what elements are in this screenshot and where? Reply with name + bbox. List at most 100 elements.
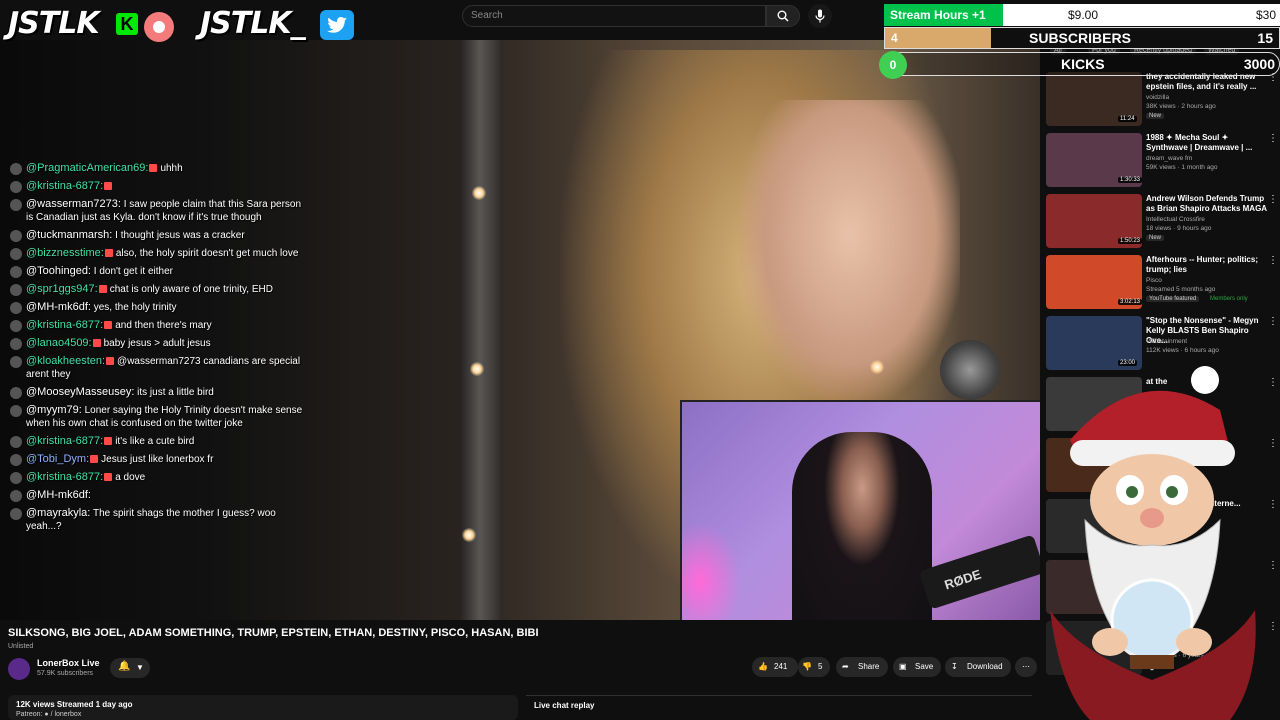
bookmark-icon: ▣ bbox=[899, 662, 907, 671]
webcam-streamer bbox=[792, 432, 932, 620]
chat-username: @myym79: bbox=[26, 404, 82, 416]
live-chat-replay[interactable]: Live chat replay bbox=[526, 695, 1032, 720]
recommended-video[interactable]: 1:50:23 Andrew Wilson Defends Trump as Br… bbox=[1046, 194, 1280, 254]
chat-avatar bbox=[10, 248, 22, 260]
more-icon: ⋯ bbox=[1022, 662, 1030, 671]
member-badge-icon bbox=[106, 357, 115, 366]
chat-username: @kloakheesten: bbox=[26, 355, 106, 367]
chat-username: @mayrakyla: bbox=[26, 507, 91, 519]
brand-logo-right: JSTLK_ bbox=[200, 6, 306, 41]
chat-avatar bbox=[10, 387, 22, 399]
chat-avatar bbox=[10, 199, 22, 211]
more-options-icon[interactable]: ⋮ bbox=[1268, 133, 1278, 144]
chat-username: @Toohinged: bbox=[26, 265, 91, 277]
chat-text: I thought jesus was a cracker bbox=[115, 230, 245, 241]
chat-avatar bbox=[10, 490, 22, 502]
member-badge-icon bbox=[104, 182, 113, 191]
video-microphone bbox=[940, 340, 1000, 400]
chat-username: @Tobi_Dym: bbox=[26, 453, 90, 465]
chat-message: @kloakheesten: @wasserman7273 canadians a… bbox=[8, 355, 308, 381]
bell-icon: 🔔 bbox=[118, 661, 131, 672]
chat-avatar bbox=[10, 302, 22, 314]
video-singer-face bbox=[740, 100, 960, 400]
members-only-badge: Members only bbox=[1210, 296, 1248, 302]
video-meta: 59K views · 1 month ago bbox=[1146, 164, 1218, 171]
channel-name: dream_wave fm bbox=[1146, 155, 1193, 162]
chat-text: uhhh bbox=[160, 163, 183, 174]
chat-message: @mayrakyla: The spirit shags the mother … bbox=[8, 507, 308, 533]
search-input[interactable]: Search bbox=[462, 5, 766, 27]
chat-avatar bbox=[10, 508, 22, 520]
chat-username: @MH-mk6df: bbox=[26, 489, 91, 501]
recommended-video[interactable]: 11:24 they accidentally leaked new epstei… bbox=[1046, 72, 1280, 132]
chat-avatar bbox=[10, 338, 22, 350]
download-label: Download bbox=[967, 662, 1003, 671]
kicks-label: KICKS bbox=[1061, 56, 1105, 72]
chat-avatar bbox=[10, 320, 22, 332]
video-light bbox=[462, 528, 476, 542]
video-meta: 12K views Streamed 1 day ago bbox=[16, 700, 133, 709]
video-duration: 11:24 bbox=[1118, 116, 1137, 122]
chat-text: its just a little bird bbox=[137, 387, 214, 398]
more-actions-button[interactable]: ⋯ bbox=[1015, 657, 1037, 677]
subscribers-target: 15 bbox=[1257, 30, 1273, 46]
notification-bell-button[interactable]: 🔔 ▼ bbox=[110, 658, 150, 678]
video-light bbox=[470, 362, 484, 376]
video-title[interactable]: Andrew Wilson Defends Trump as Brian Sha… bbox=[1146, 194, 1270, 214]
stream-goals-overlay: Stream Hours +1 $9.00 $30 4 SUBSCRIBERS … bbox=[879, 2, 1280, 79]
subscribers-label: SUBSCRIBERS bbox=[1029, 30, 1131, 46]
channel-name: Valuetainment bbox=[1146, 338, 1188, 345]
video-meta: 18 views · 9 hours ago bbox=[1146, 225, 1212, 232]
chat-message: @Toohinged: I don't get it either bbox=[8, 265, 308, 278]
chat-message: @PragmaticAmerican69: uhhh bbox=[8, 162, 308, 175]
video-light bbox=[472, 186, 486, 200]
app-root: RØDE @PragmaticAmerican69: uhhh @kristina-… bbox=[0, 0, 1280, 720]
voice-search-button[interactable] bbox=[808, 4, 832, 28]
video-badge: New bbox=[1146, 113, 1165, 119]
chat-username: @PragmaticAmerican69: bbox=[26, 162, 149, 174]
subscribers-goal: 4 SUBSCRIBERS 15 bbox=[884, 27, 1280, 49]
video-duration: 1:50:23 bbox=[1118, 238, 1143, 244]
video-title[interactable]: 1988 ✦ Mecha Soul ✦ Synthwave | Dreamwav… bbox=[1146, 133, 1270, 153]
more-options-icon[interactable]: ⋮ bbox=[1268, 316, 1278, 327]
thumbs-up-icon: 👍 bbox=[758, 662, 768, 671]
thumbs-down-icon: 👎 bbox=[802, 662, 812, 671]
chat-message: @tuckmanmarsh: I thought jesus was a cra… bbox=[8, 229, 308, 242]
share-label: Share bbox=[858, 662, 880, 671]
member-badge-icon bbox=[104, 249, 113, 258]
channel-name[interactable]: LonerBox Live bbox=[37, 658, 100, 668]
more-options-icon[interactable]: ⋮ bbox=[1268, 255, 1278, 266]
share-icon: ➦ bbox=[842, 662, 849, 671]
member-badge-icon bbox=[98, 285, 107, 294]
download-button[interactable]: ↧ Download bbox=[945, 657, 1011, 677]
video-duration: 3:02:13 bbox=[1118, 299, 1143, 305]
unlisted-badge: Unlisted bbox=[8, 643, 34, 650]
chat-avatar bbox=[10, 405, 22, 417]
channel-name: Pisco bbox=[1146, 277, 1162, 284]
channel-avatar[interactable] bbox=[8, 658, 30, 680]
video-meta: Streamed 5 months ago bbox=[1146, 286, 1216, 293]
subscribers-progress bbox=[885, 28, 992, 48]
recommended-video[interactable]: 3:02:13 Afterhours -- Hunter; politics; t… bbox=[1046, 255, 1280, 315]
member-badge-icon bbox=[149, 164, 158, 173]
chat-avatar bbox=[10, 472, 22, 484]
stream-hours-target: $30 bbox=[1255, 8, 1276, 22]
brand-logo-left: JSTLK bbox=[8, 6, 100, 41]
like-button[interactable]: 👍 241 bbox=[752, 657, 798, 677]
description-text: Patreon: ● / lonerbox bbox=[16, 711, 82, 718]
kicks-goal: 0 KICKS 3000 bbox=[879, 51, 1280, 79]
recommended-video[interactable]: 1:30:33 1988 ✦ Mecha Soul ✦ Synthwave | D… bbox=[1046, 133, 1280, 193]
santa-mascot-image bbox=[1030, 350, 1270, 720]
save-button[interactable]: ▣ Save bbox=[893, 657, 941, 677]
description-box[interactable]: 12K views Streamed 1 day ago Patreon: ● … bbox=[8, 695, 518, 720]
dislike-button[interactable]: 👎 5 bbox=[798, 657, 830, 677]
download-icon: ↧ bbox=[951, 662, 958, 671]
more-options-icon[interactable]: ⋮ bbox=[1268, 194, 1278, 205]
chat-username: @kristina-6877: bbox=[26, 319, 104, 331]
video-title[interactable]: Afterhours -- Hunter; politics; trump; l… bbox=[1146, 255, 1270, 275]
chat-avatar bbox=[10, 284, 22, 296]
member-badge-icon bbox=[104, 437, 113, 446]
search-button[interactable] bbox=[766, 5, 800, 27]
share-button[interactable]: ➦ Share bbox=[836, 657, 888, 677]
chat-avatar bbox=[10, 436, 22, 448]
